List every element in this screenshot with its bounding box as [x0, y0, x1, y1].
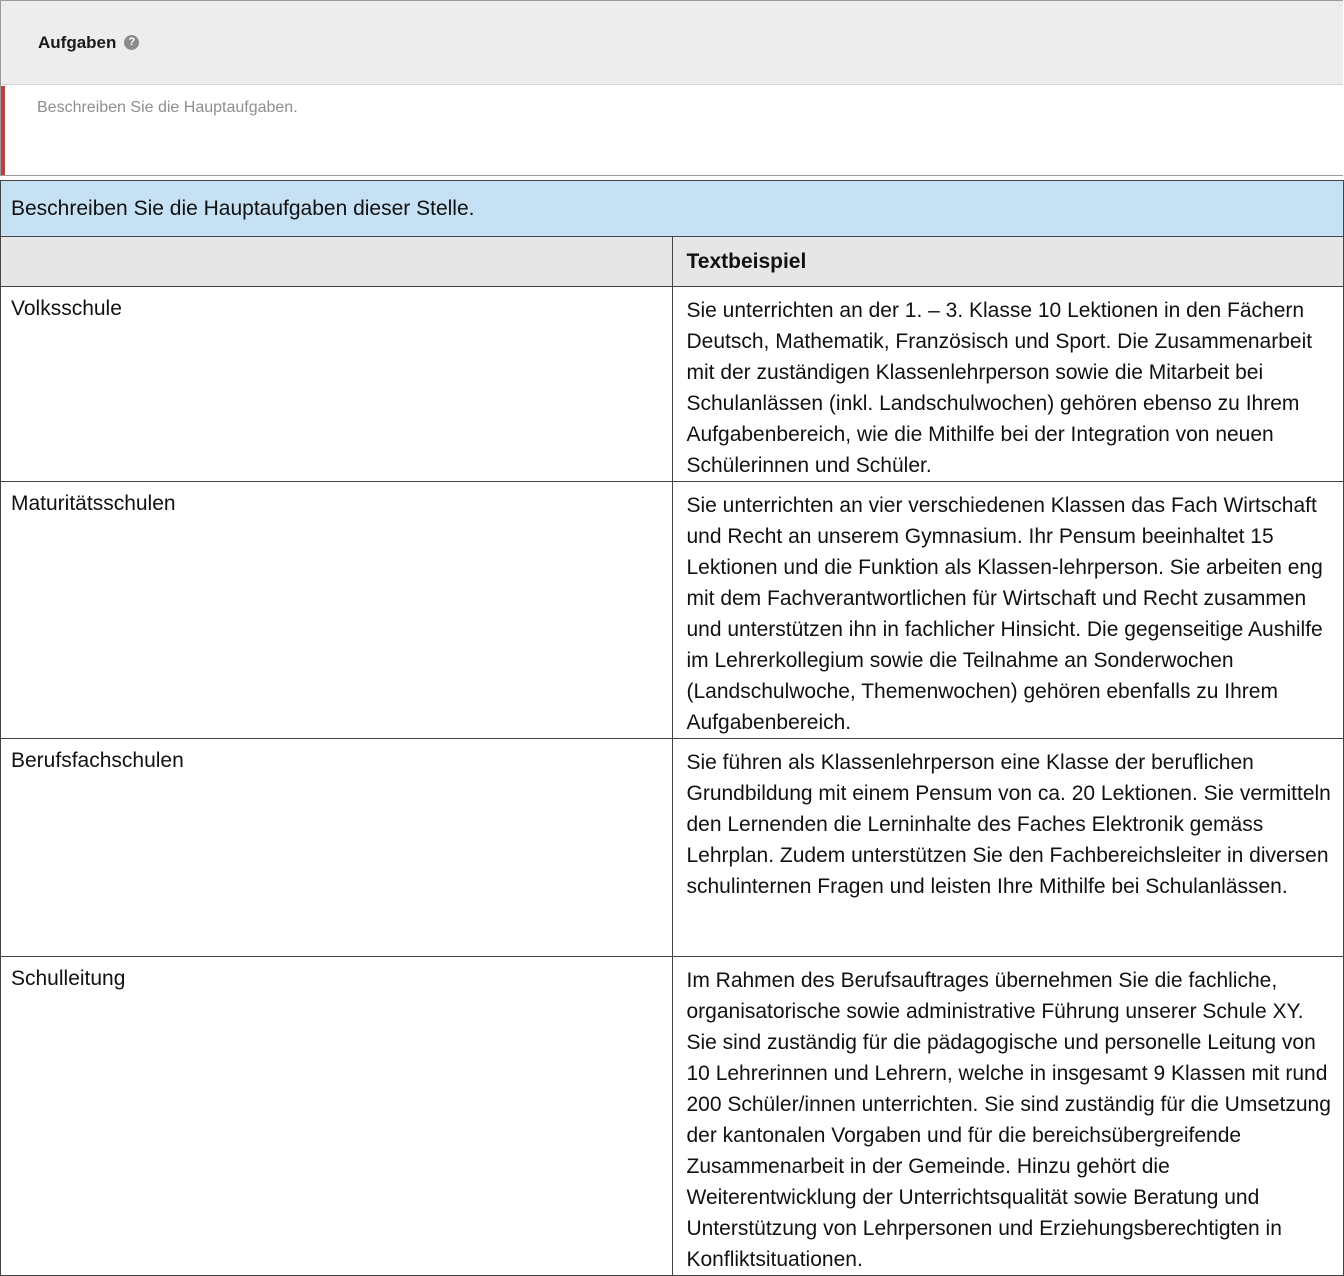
help-intro: Beschreiben Sie die Hauptaufgaben dieser…: [0, 180, 1344, 237]
row-text: Sie führen als Klassenlehrperson eine Kl…: [671, 738, 1344, 957]
table-row: Schulleitung Im Rahmen des Berufsauftrag…: [0, 956, 1344, 1276]
field-title: Aufgaben: [38, 32, 117, 52]
table-row: Volksschule Sie unterrichten an der 1. –…: [0, 286, 1344, 482]
textarea-placeholder: Beschreiben Sie die Hauptaufgaben.: [37, 99, 298, 116]
row-type: Maturitätsschulen: [0, 481, 673, 739]
aufgaben-panel: Aufgaben ? Beschreiben Sie die Hauptaufg…: [0, 0, 1343, 176]
row-text: Im Rahmen des Berufsauftrages übernehmen…: [671, 956, 1344, 1276]
row-type: Schulleitung: [0, 956, 673, 1276]
row-text: Sie unterrichten an der 1. – 3. Klasse 1…: [671, 286, 1344, 482]
help-table: Beschreiben Sie die Hauptaufgaben dieser…: [0, 180, 1344, 1276]
help-icon[interactable]: ?: [124, 35, 140, 50]
aufgaben-textarea[interactable]: Beschreiben Sie die Hauptaufgaben.: [1, 86, 1343, 175]
row-type: Volksschule: [0, 286, 673, 482]
table-row: Berufsfachschulen Sie führen als Klassen…: [0, 738, 1344, 957]
header-cell-empty: [0, 236, 673, 287]
header-cell-textbeispiel: Textbeispiel: [671, 236, 1344, 287]
panel-header: Aufgaben ?: [1, 1, 1343, 85]
row-text: Sie unterrichten an vier verschiedenen K…: [671, 481, 1344, 739]
table-header-row: Textbeispiel: [0, 236, 1344, 287]
row-type: Berufsfachschulen: [0, 738, 673, 957]
table-row: Maturitätsschulen Sie unterrichten an vi…: [0, 481, 1344, 739]
